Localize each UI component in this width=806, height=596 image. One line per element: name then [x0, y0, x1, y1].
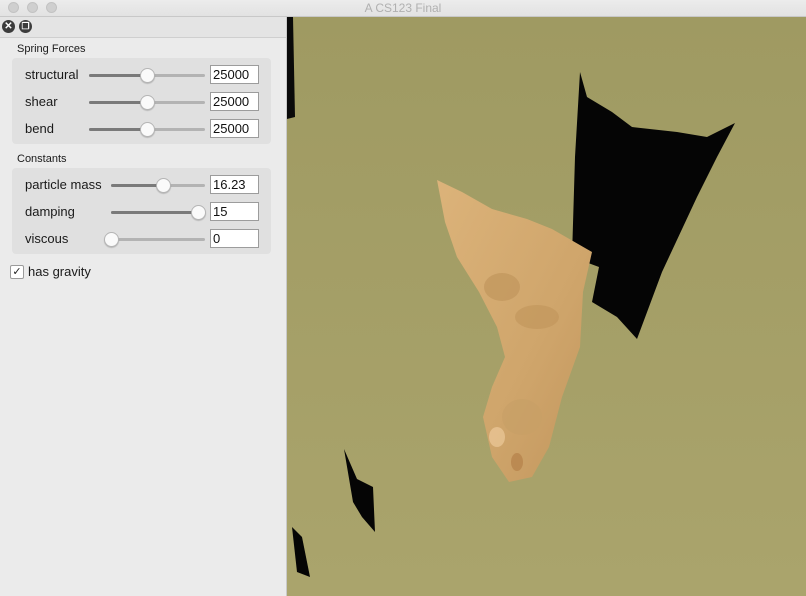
bend-label: bend — [25, 121, 54, 136]
shear-slider-knob[interactable] — [140, 95, 155, 110]
particle-mass-slider-knob[interactable] — [155, 178, 171, 193]
bend-slider-fill — [89, 128, 147, 131]
viscous-slider[interactable] — [104, 232, 205, 247]
bend-row: bend — [12, 117, 271, 141]
panel-header: ✕ ❐ — [0, 17, 286, 38]
shear-slider[interactable] — [89, 95, 205, 110]
damping-field[interactable] — [210, 202, 259, 221]
structural-label: structural — [25, 67, 79, 82]
viscous-row: viscous — [12, 227, 271, 251]
viscous-field[interactable] — [210, 229, 259, 248]
simulation-viewport[interactable] — [287, 17, 806, 596]
spring-forces-group: structural shear bend — [12, 58, 271, 144]
damping-label: damping — [25, 204, 75, 219]
spring-forces-title: Spring Forces — [17, 43, 86, 55]
constants-group: particle mass damping viscous — [12, 168, 271, 254]
shear-slider-fill — [89, 101, 147, 104]
viscous-slider-knob[interactable] — [104, 232, 119, 247]
window-titlebar: A CS123 Final — [0, 0, 806, 17]
structural-slider-fill — [89, 74, 147, 77]
particle-mass-slider[interactable] — [111, 178, 205, 193]
damping-slider[interactable] — [111, 205, 207, 220]
bend-slider-knob[interactable] — [140, 122, 155, 137]
damping-slider-knob[interactable] — [191, 205, 207, 220]
scene-render — [287, 17, 806, 596]
window-title: A CS123 Final — [364, 1, 442, 15]
structural-field[interactable] — [210, 65, 259, 84]
structural-slider-knob[interactable] — [140, 68, 155, 83]
structural-slider[interactable] — [89, 68, 205, 83]
constants-title: Constants — [17, 153, 67, 165]
shear-field[interactable] — [210, 92, 259, 111]
damping-row: damping — [12, 200, 271, 224]
structural-row: structural — [12, 63, 271, 87]
control-panel: ✕ ❐ Spring Forces structural shear bend — [0, 17, 287, 596]
has-gravity-label: has gravity — [28, 264, 91, 279]
has-gravity-checkbox[interactable]: ✓ — [10, 265, 24, 279]
close-icon[interactable]: ✕ — [2, 20, 15, 33]
particle-mass-slider-fill — [111, 184, 163, 187]
bend-field[interactable] — [210, 119, 259, 138]
restore-icon[interactable]: ❐ — [19, 20, 32, 33]
particle-mass-row: particle mass — [12, 173, 271, 197]
shear-row: shear — [12, 90, 271, 114]
shear-label: shear — [25, 94, 58, 109]
viscous-label: viscous — [25, 231, 69, 246]
particle-mass-field[interactable] — [210, 175, 259, 194]
bend-slider[interactable] — [89, 122, 205, 137]
particle-mass-label: particle mass — [25, 177, 102, 192]
damping-slider-fill — [111, 211, 199, 214]
